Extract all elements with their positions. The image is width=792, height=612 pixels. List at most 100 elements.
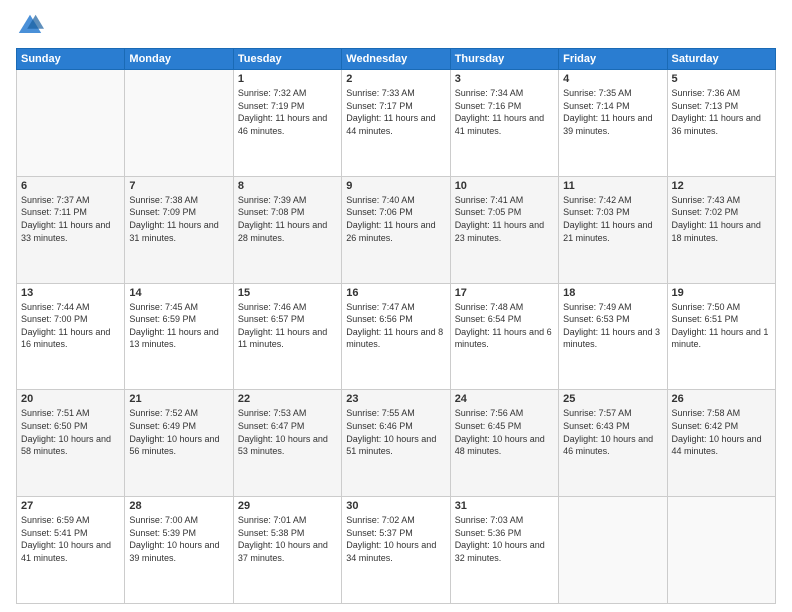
- calendar-week-row: 6Sunrise: 7:37 AM Sunset: 7:11 PM Daylig…: [17, 176, 776, 283]
- day-number: 17: [455, 287, 554, 299]
- day-info: Sunrise: 7:33 AM Sunset: 7:17 PM Dayligh…: [346, 87, 445, 137]
- calendar-cell: 22Sunrise: 7:53 AM Sunset: 6:47 PM Dayli…: [233, 390, 341, 497]
- calendar-cell: 26 Sunrise: 7:58 AM Sunset: 6:42 PM Dayli…: [667, 390, 775, 497]
- day-info: Sunrise: 7:36 AM Sunset: 7:13 PM Dayligh…: [672, 87, 771, 137]
- calendar-cell: 16Sunrise: 7:47 AM Sunset: 6:56 PM Dayli…: [342, 283, 450, 390]
- calendar-cell: 23 Sunrise: 7:55 AM Sunset: 6:46 PM Dayli…: [342, 390, 450, 497]
- day-number: 31: [455, 500, 554, 512]
- day-info: Sunrise: 7:56 AM Sunset: 6:45 PM Dayligh…: [455, 407, 554, 457]
- calendar-cell: 8Sunrise: 7:39 AM Sunset: 7:08 PM Daylig…: [233, 176, 341, 283]
- day-number: 21: [129, 393, 228, 405]
- calendar-cell: 24 Sunrise: 7:56 AM Sunset: 6:45 PM Dayli…: [450, 390, 558, 497]
- calendar-cell: [559, 497, 667, 604]
- calendar-cell: 30Sunrise: 7:02 AM Sunset: 5:37 PM Dayli…: [342, 497, 450, 604]
- calendar-cell: 27 Sunrise: 6:59 AM Sunset: 5:41 PM Dayli…: [17, 497, 125, 604]
- calendar-cell: 17Sunrise: 7:48 AM Sunset: 6:54 PM Dayli…: [450, 283, 558, 390]
- calendar-cell: 3 Sunrise: 7:34 AM Sunset: 7:16 PM Daylig…: [450, 70, 558, 177]
- calendar-table: SundayMondayTuesdayWednesdayThursdayFrid…: [16, 48, 776, 604]
- day-number: 6: [21, 180, 120, 192]
- day-info: Sunrise: 7:52 AM Sunset: 6:49 PM Dayligh…: [129, 407, 228, 457]
- day-number: 15: [238, 287, 337, 299]
- calendar-cell: 1 Sunrise: 7:32 AM Sunset: 7:19 PM Daylig…: [233, 70, 341, 177]
- calendar-cell: 19 Sunrise: 7:50 AM Sunset: 6:51 PM Dayli…: [667, 283, 775, 390]
- calendar-week-row: 13 Sunrise: 7:44 AM Sunset: 7:00 PM Dayli…: [17, 283, 776, 390]
- weekday-header-saturday: Saturday: [667, 49, 775, 70]
- day-number: 16: [346, 287, 445, 299]
- calendar-cell: 7 Sunrise: 7:38 AM Sunset: 7:09 PM Daylig…: [125, 176, 233, 283]
- day-info: Sunrise: 7:03 AM Sunset: 5:36 PM Dayligh…: [455, 514, 554, 564]
- day-number: 14: [129, 287, 228, 299]
- weekday-header-wednesday: Wednesday: [342, 49, 450, 70]
- weekday-header-tuesday: Tuesday: [233, 49, 341, 70]
- day-number: 9: [346, 180, 445, 192]
- day-number: 4: [563, 73, 662, 85]
- calendar-cell: 14 Sunrise: 7:45 AM Sunset: 6:59 PM Dayli…: [125, 283, 233, 390]
- day-info: Sunrise: 7:44 AM Sunset: 7:00 PM Dayligh…: [21, 301, 120, 351]
- day-number: 19: [672, 287, 771, 299]
- day-info: Sunrise: 7:57 AM Sunset: 6:43 PM Dayligh…: [563, 407, 662, 457]
- day-info: Sunrise: 7:58 AM Sunset: 6:42 PM Dayligh…: [672, 407, 771, 457]
- calendar-cell: 28 Sunrise: 7:00 AM Sunset: 5:39 PM Dayli…: [125, 497, 233, 604]
- day-number: 3: [455, 73, 554, 85]
- day-number: 23: [346, 393, 445, 405]
- day-info: Sunrise: 7:02 AM Sunset: 5:37 PM Dayligh…: [346, 514, 445, 564]
- calendar-cell: [125, 70, 233, 177]
- day-info: Sunrise: 7:55 AM Sunset: 6:46 PM Dayligh…: [346, 407, 445, 457]
- day-info: Sunrise: 7:45 AM Sunset: 6:59 PM Dayligh…: [129, 301, 228, 351]
- day-number: 20: [21, 393, 120, 405]
- logo-icon: [16, 12, 44, 40]
- calendar-cell: 29 Sunrise: 7:01 AM Sunset: 5:38 PM Dayli…: [233, 497, 341, 604]
- day-number: 29: [238, 500, 337, 512]
- weekday-header-row: SundayMondayTuesdayWednesdayThursdayFrid…: [17, 49, 776, 70]
- calendar-cell: [667, 497, 775, 604]
- day-number: 22: [238, 393, 337, 405]
- weekday-header-thursday: Thursday: [450, 49, 558, 70]
- day-info: Sunrise: 7:34 AM Sunset: 7:16 PM Dayligh…: [455, 87, 554, 137]
- day-number: 1: [238, 73, 337, 85]
- day-number: 8: [238, 180, 337, 192]
- day-info: Sunrise: 7:40 AM Sunset: 7:06 PM Dayligh…: [346, 194, 445, 244]
- day-info: Sunrise: 7:51 AM Sunset: 6:50 PM Dayligh…: [21, 407, 120, 457]
- day-number: 5: [672, 73, 771, 85]
- calendar-week-row: 1 Sunrise: 7:32 AM Sunset: 7:19 PM Daylig…: [17, 70, 776, 177]
- weekday-header-friday: Friday: [559, 49, 667, 70]
- day-number: 11: [563, 180, 662, 192]
- calendar-cell: 13 Sunrise: 7:44 AM Sunset: 7:00 PM Dayli…: [17, 283, 125, 390]
- day-info: Sunrise: 7:49 AM Sunset: 6:53 PM Dayligh…: [563, 301, 662, 351]
- calendar-cell: 20 Sunrise: 7:51 AM Sunset: 6:50 PM Dayli…: [17, 390, 125, 497]
- calendar-cell: 10 Sunrise: 7:41 AM Sunset: 7:05 PM Dayli…: [450, 176, 558, 283]
- day-number: 28: [129, 500, 228, 512]
- calendar-cell: 9 Sunrise: 7:40 AM Sunset: 7:06 PM Daylig…: [342, 176, 450, 283]
- logo: [16, 12, 48, 40]
- day-number: 10: [455, 180, 554, 192]
- calendar-cell: 21 Sunrise: 7:52 AM Sunset: 6:49 PM Dayli…: [125, 390, 233, 497]
- calendar-cell: 5 Sunrise: 7:36 AM Sunset: 7:13 PM Daylig…: [667, 70, 775, 177]
- calendar-cell: 2 Sunrise: 7:33 AM Sunset: 7:17 PM Daylig…: [342, 70, 450, 177]
- header: [16, 12, 776, 40]
- calendar-cell: 6Sunrise: 7:37 AM Sunset: 7:11 PM Daylig…: [17, 176, 125, 283]
- day-info: Sunrise: 7:38 AM Sunset: 7:09 PM Dayligh…: [129, 194, 228, 244]
- day-number: 2: [346, 73, 445, 85]
- page: SundayMondayTuesdayWednesdayThursdayFrid…: [0, 0, 792, 612]
- day-number: 26: [672, 393, 771, 405]
- day-number: 24: [455, 393, 554, 405]
- day-info: Sunrise: 7:01 AM Sunset: 5:38 PM Dayligh…: [238, 514, 337, 564]
- day-info: Sunrise: 7:32 AM Sunset: 7:19 PM Dayligh…: [238, 87, 337, 137]
- day-info: Sunrise: 7:42 AM Sunset: 7:03 PM Dayligh…: [563, 194, 662, 244]
- day-info: Sunrise: 7:46 AM Sunset: 6:57 PM Dayligh…: [238, 301, 337, 351]
- day-info: Sunrise: 7:41 AM Sunset: 7:05 PM Dayligh…: [455, 194, 554, 244]
- day-number: 13: [21, 287, 120, 299]
- calendar-week-row: 27 Sunrise: 6:59 AM Sunset: 5:41 PM Dayli…: [17, 497, 776, 604]
- day-number: 18: [563, 287, 662, 299]
- calendar-cell: 25Sunrise: 7:57 AM Sunset: 6:43 PM Dayli…: [559, 390, 667, 497]
- day-number: 12: [672, 180, 771, 192]
- calendar-cell: 18 Sunrise: 7:49 AM Sunset: 6:53 PM Dayli…: [559, 283, 667, 390]
- day-info: Sunrise: 6:59 AM Sunset: 5:41 PM Dayligh…: [21, 514, 120, 564]
- calendar-cell: 12Sunrise: 7:43 AM Sunset: 7:02 PM Dayli…: [667, 176, 775, 283]
- day-info: Sunrise: 7:35 AM Sunset: 7:14 PM Dayligh…: [563, 87, 662, 137]
- day-number: 27: [21, 500, 120, 512]
- calendar-cell: [17, 70, 125, 177]
- day-number: 7: [129, 180, 228, 192]
- day-info: Sunrise: 7:00 AM Sunset: 5:39 PM Dayligh…: [129, 514, 228, 564]
- day-info: Sunrise: 7:50 AM Sunset: 6:51 PM Dayligh…: [672, 301, 771, 351]
